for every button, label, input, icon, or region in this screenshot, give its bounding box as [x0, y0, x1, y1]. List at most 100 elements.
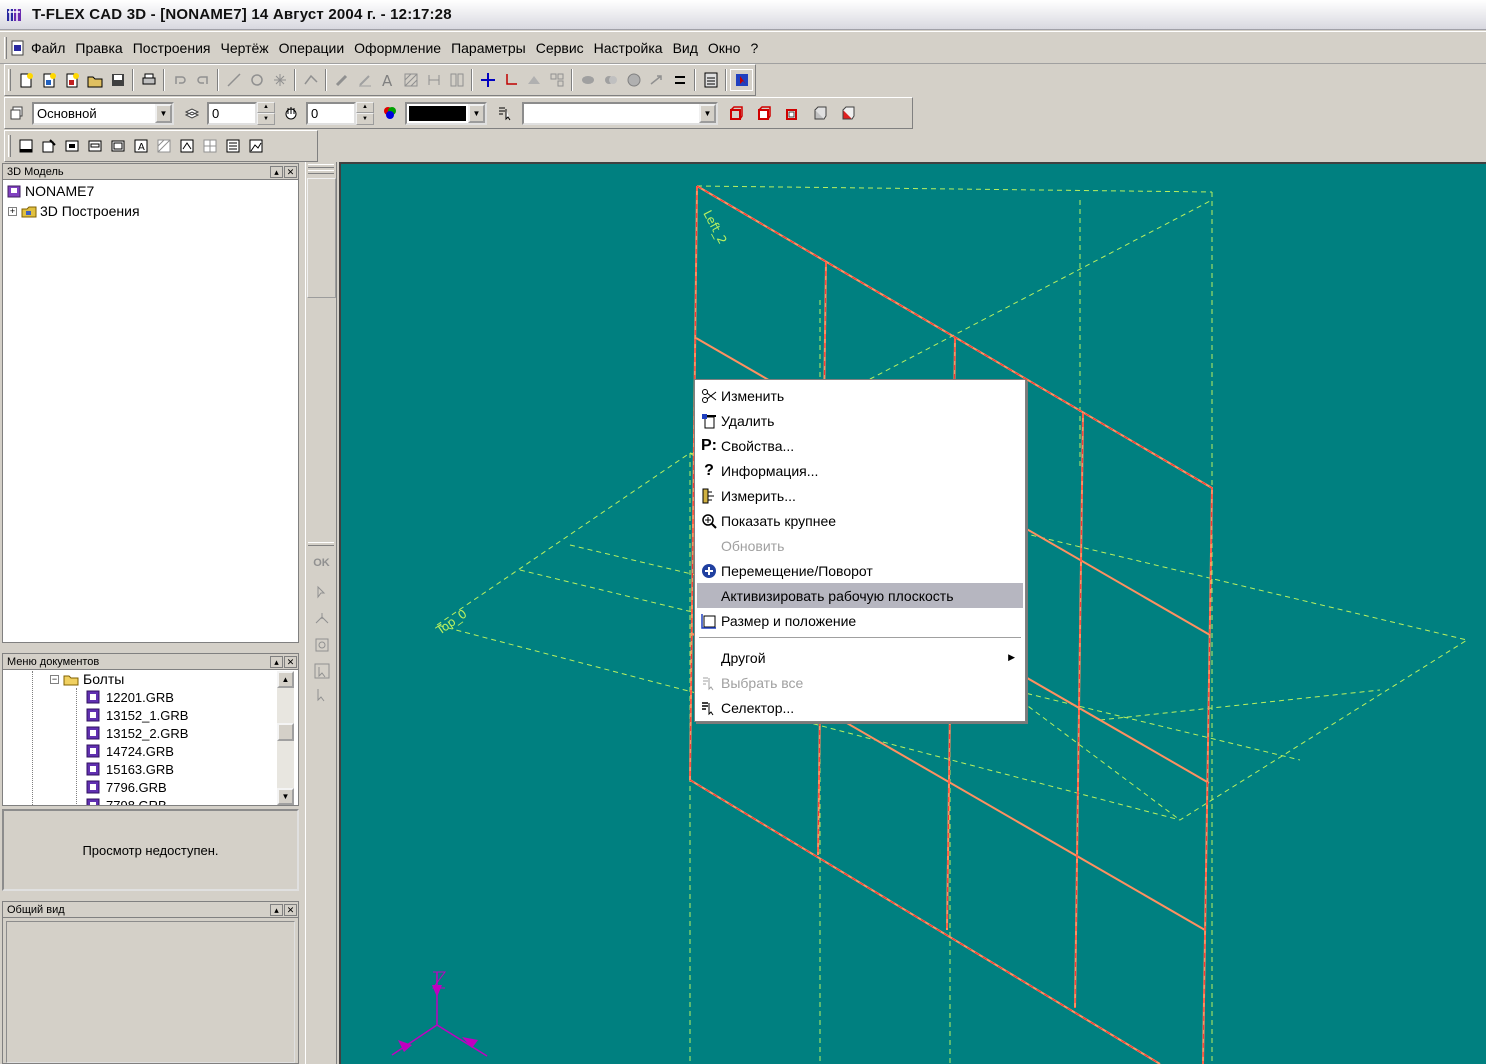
view-mode-1-button[interactable] — [724, 102, 747, 124]
ctx-zoom[interactable]: Показать крупнее — [697, 508, 1023, 533]
menu-parameters[interactable]: Параметры — [446, 40, 531, 56]
menu-service[interactable]: Сервис — [531, 40, 589, 56]
document-file-item[interactable]: 13152_1.GRB — [85, 707, 188, 723]
text-tool-button[interactable]: A — [376, 69, 399, 91]
op2-button[interactable] — [545, 69, 568, 91]
menu-edit[interactable]: Правка — [70, 40, 127, 56]
overview-area[interactable] — [6, 921, 295, 1063]
color-button[interactable] — [378, 102, 401, 124]
ctx-edit[interactable]: Изменить — [697, 383, 1023, 408]
strip-tool-2-button[interactable] — [310, 608, 333, 630]
hatch-tool-button[interactable] — [399, 69, 422, 91]
scroll-down-icon[interactable]: ▼ — [277, 788, 294, 805]
spin-down-icon[interactable]: ▼ — [356, 113, 374, 125]
spin-up-icon[interactable]: ▲ — [257, 101, 275, 113]
page-9-button[interactable] — [198, 135, 221, 157]
strip-tool-3-button[interactable] — [310, 634, 333, 656]
selector-combo[interactable]: ▼ — [522, 101, 718, 125]
menu-view[interactable]: Вид — [668, 40, 703, 56]
level-input[interactable]: 0 — [306, 101, 356, 125]
op6-button[interactable] — [645, 69, 668, 91]
toolstrip-grip[interactable] — [308, 170, 334, 174]
ctx-move-rotate[interactable]: Перемещение/Поворот — [697, 558, 1023, 583]
dimension-tool-button[interactable] — [422, 69, 445, 91]
panel-restore-button[interactable]: ▴ — [270, 165, 283, 178]
page-6-button[interactable]: A — [129, 135, 152, 157]
spin-down-icon[interactable]: ▼ — [257, 113, 275, 125]
ctx-activate-workplane[interactable]: Активизировать рабочую плоскость — [697, 583, 1023, 608]
scroll-up-icon[interactable]: ▲ — [277, 671, 294, 688]
strip-tool-1-button[interactable] — [310, 580, 333, 602]
document-file-item[interactable]: 13152_2.GRB — [85, 725, 188, 741]
menu-drawing[interactable]: Чертёж — [215, 40, 273, 56]
workplane-button[interactable] — [476, 69, 499, 91]
page-10-button[interactable] — [221, 135, 244, 157]
new-3d-button[interactable] — [37, 69, 60, 91]
save-button[interactable] — [106, 69, 129, 91]
op1-button[interactable] — [522, 69, 545, 91]
graphic-line2-button[interactable] — [353, 69, 376, 91]
ctx-measure[interactable]: Измерить... — [697, 483, 1023, 508]
op7-button[interactable] — [668, 69, 691, 91]
layer-input[interactable]: 0 — [207, 101, 257, 125]
toolstrip-scroll-thumb[interactable] — [307, 178, 336, 298]
document-file-item[interactable]: 7798.GRB — [85, 797, 167, 805]
ctx-info[interactable]: ? Информация... — [697, 458, 1023, 483]
toolstrip-grip[interactable] — [308, 164, 334, 168]
layer-spinner[interactable]: ▲ ▼ — [257, 101, 275, 125]
menubar-grip[interactable] — [4, 36, 7, 59]
selector-button[interactable] — [493, 102, 516, 124]
ctx-other[interactable]: Другой ▶ — [697, 645, 1023, 670]
sketch-tool-button[interactable] — [299, 69, 322, 91]
node-tool-button[interactable] — [268, 69, 291, 91]
strip-tool-4-button[interactable] — [310, 660, 333, 682]
menu-window[interactable]: Окно — [703, 40, 746, 56]
menu-settings[interactable]: Настройка — [589, 40, 668, 56]
scroll-thumb[interactable] — [277, 723, 294, 741]
page-8-button[interactable] — [175, 135, 198, 157]
tree-root[interactable]: NONAME7 — [6, 183, 94, 199]
documents-scrollbar[interactable]: ▲ ▼ — [277, 671, 294, 805]
ctx-refresh[interactable]: Обновить — [697, 533, 1023, 558]
fragment-button[interactable] — [445, 69, 468, 91]
ok-button[interactable]: OK — [310, 552, 333, 574]
op4-button[interactable] — [599, 69, 622, 91]
line-tool-button[interactable] — [222, 69, 245, 91]
circle-tool-button[interactable] — [245, 69, 268, 91]
op3-button[interactable] — [576, 69, 599, 91]
panel-close-button[interactable]: ✕ — [284, 165, 297, 178]
layer-button[interactable] — [180, 102, 203, 124]
page-3-button[interactable] — [60, 135, 83, 157]
view-mode-4-button[interactable] — [808, 102, 831, 124]
ctx-properties[interactable]: P: Свойства... — [697, 433, 1023, 458]
ctx-selector[interactable]: Селектор... — [697, 695, 1023, 720]
strip-tool-5-button[interactable] — [310, 684, 333, 706]
document-icon[interactable] — [10, 40, 26, 56]
chevron-down-icon[interactable]: ▼ — [155, 103, 172, 123]
redo-button[interactable] — [191, 69, 214, 91]
view-mode-5-button[interactable] — [836, 102, 859, 124]
chevron-down-icon[interactable]: ▼ — [468, 103, 485, 123]
graphic-line-button[interactable] — [330, 69, 353, 91]
tflex-app-icon[interactable] — [5, 6, 23, 24]
panel-close-button[interactable]: ✕ — [284, 655, 297, 668]
ctx-select-all[interactable]: Выбрать все — [697, 670, 1023, 695]
expand-plus-icon[interactable]: + — [8, 206, 17, 216]
document-file-item[interactable]: 12201.GRB — [85, 689, 174, 705]
toolbar-grip[interactable] — [8, 69, 11, 91]
tree-node-3d-constructions[interactable]: + 3D Построения — [8, 203, 140, 219]
panel-restore-button[interactable]: ▴ — [270, 655, 283, 668]
page-2-button[interactable] — [37, 135, 60, 157]
level-spinner[interactable]: ▲ ▼ — [356, 101, 374, 125]
ctx-size-position[interactable]: Размер и положение — [697, 608, 1023, 633]
panel-restore-button[interactable]: ▴ — [270, 903, 283, 916]
toolbar-grip[interactable] — [8, 135, 11, 157]
print-button[interactable] — [137, 69, 160, 91]
view-mode-2-button[interactable] — [752, 102, 775, 124]
undo-button[interactable] — [168, 69, 191, 91]
menu-help[interactable]: ? — [745, 40, 763, 56]
ctx-delete[interactable]: Удалить — [697, 408, 1023, 433]
style-button[interactable] — [5, 102, 28, 124]
level-button[interactable] — [279, 102, 302, 124]
document-file-item[interactable]: 14724.GRB — [85, 743, 174, 759]
